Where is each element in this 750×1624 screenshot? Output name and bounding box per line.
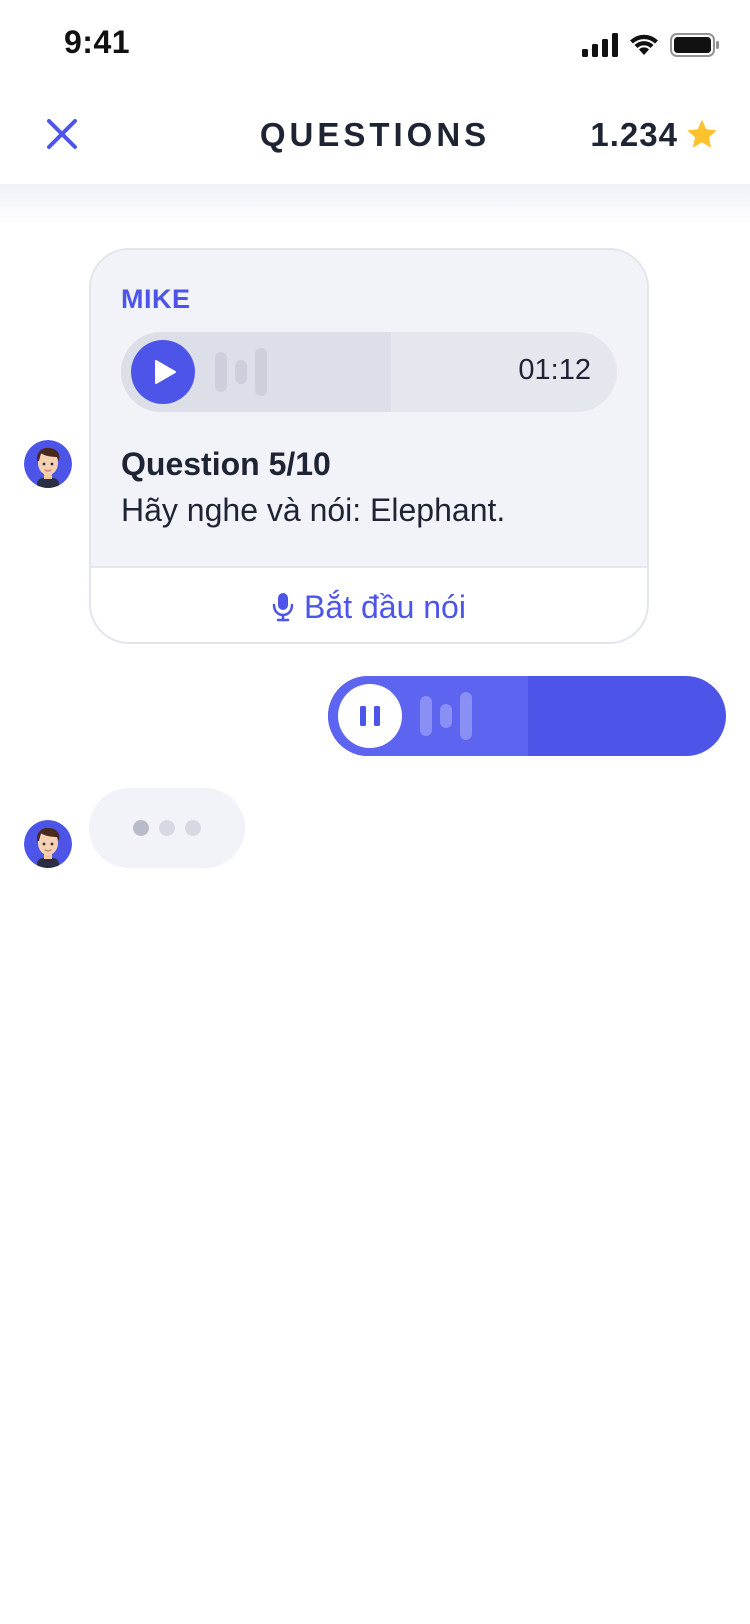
play-icon: [155, 360, 176, 384]
pause-icon: [360, 706, 380, 726]
waveform-bar: [440, 704, 452, 728]
play-button[interactable]: [131, 340, 195, 404]
avatar: [24, 820, 72, 868]
mike-avatar-icon: [24, 820, 72, 868]
question-number: Question 5/10: [121, 446, 331, 482]
waveform-bar: [255, 348, 267, 396]
wifi-icon: [630, 34, 658, 55]
typing-indicator: [89, 788, 245, 868]
typing-dot: [185, 820, 201, 836]
status-bar: 9:41: [0, 0, 750, 90]
score-value: 1.234: [590, 116, 678, 153]
star-icon: [687, 119, 717, 148]
header-shadow: [0, 184, 750, 224]
battery-icon: [670, 33, 719, 57]
status-icons: [582, 30, 720, 60]
user-voice-message[interactable]: [328, 676, 726, 756]
sender-name: MIKE: [121, 284, 191, 314]
typing-dot: [133, 820, 149, 836]
start-speaking-button[interactable]: Bắt đầu nói: [91, 566, 647, 642]
typing-dot: [159, 820, 175, 836]
question-text: Hãy nghe và nói: Elephant.: [121, 492, 506, 528]
cellular-signal-icon: [582, 33, 618, 57]
waveform-bar: [460, 692, 472, 740]
score-display: 1.234: [590, 116, 720, 154]
avatar: [24, 440, 72, 488]
waveform-bar: [235, 360, 247, 384]
waveform-bar: [420, 696, 432, 736]
mike-avatar-icon: [24, 440, 72, 488]
status-time: 9:41: [64, 24, 131, 60]
pause-button[interactable]: [338, 684, 402, 748]
waveform-bar: [215, 352, 227, 392]
start-speaking-label: Bắt đầu nói: [304, 588, 466, 625]
audio-player[interactable]: 01:12: [121, 332, 617, 412]
microphone-icon: [272, 593, 294, 622]
question-message-card: MIKE 01:12 Question 5/10 Hãy nghe và nói…: [89, 248, 649, 644]
top-bar: QUESTIONS 1.234: [0, 90, 750, 184]
audio-duration: 01:12: [518, 354, 591, 386]
